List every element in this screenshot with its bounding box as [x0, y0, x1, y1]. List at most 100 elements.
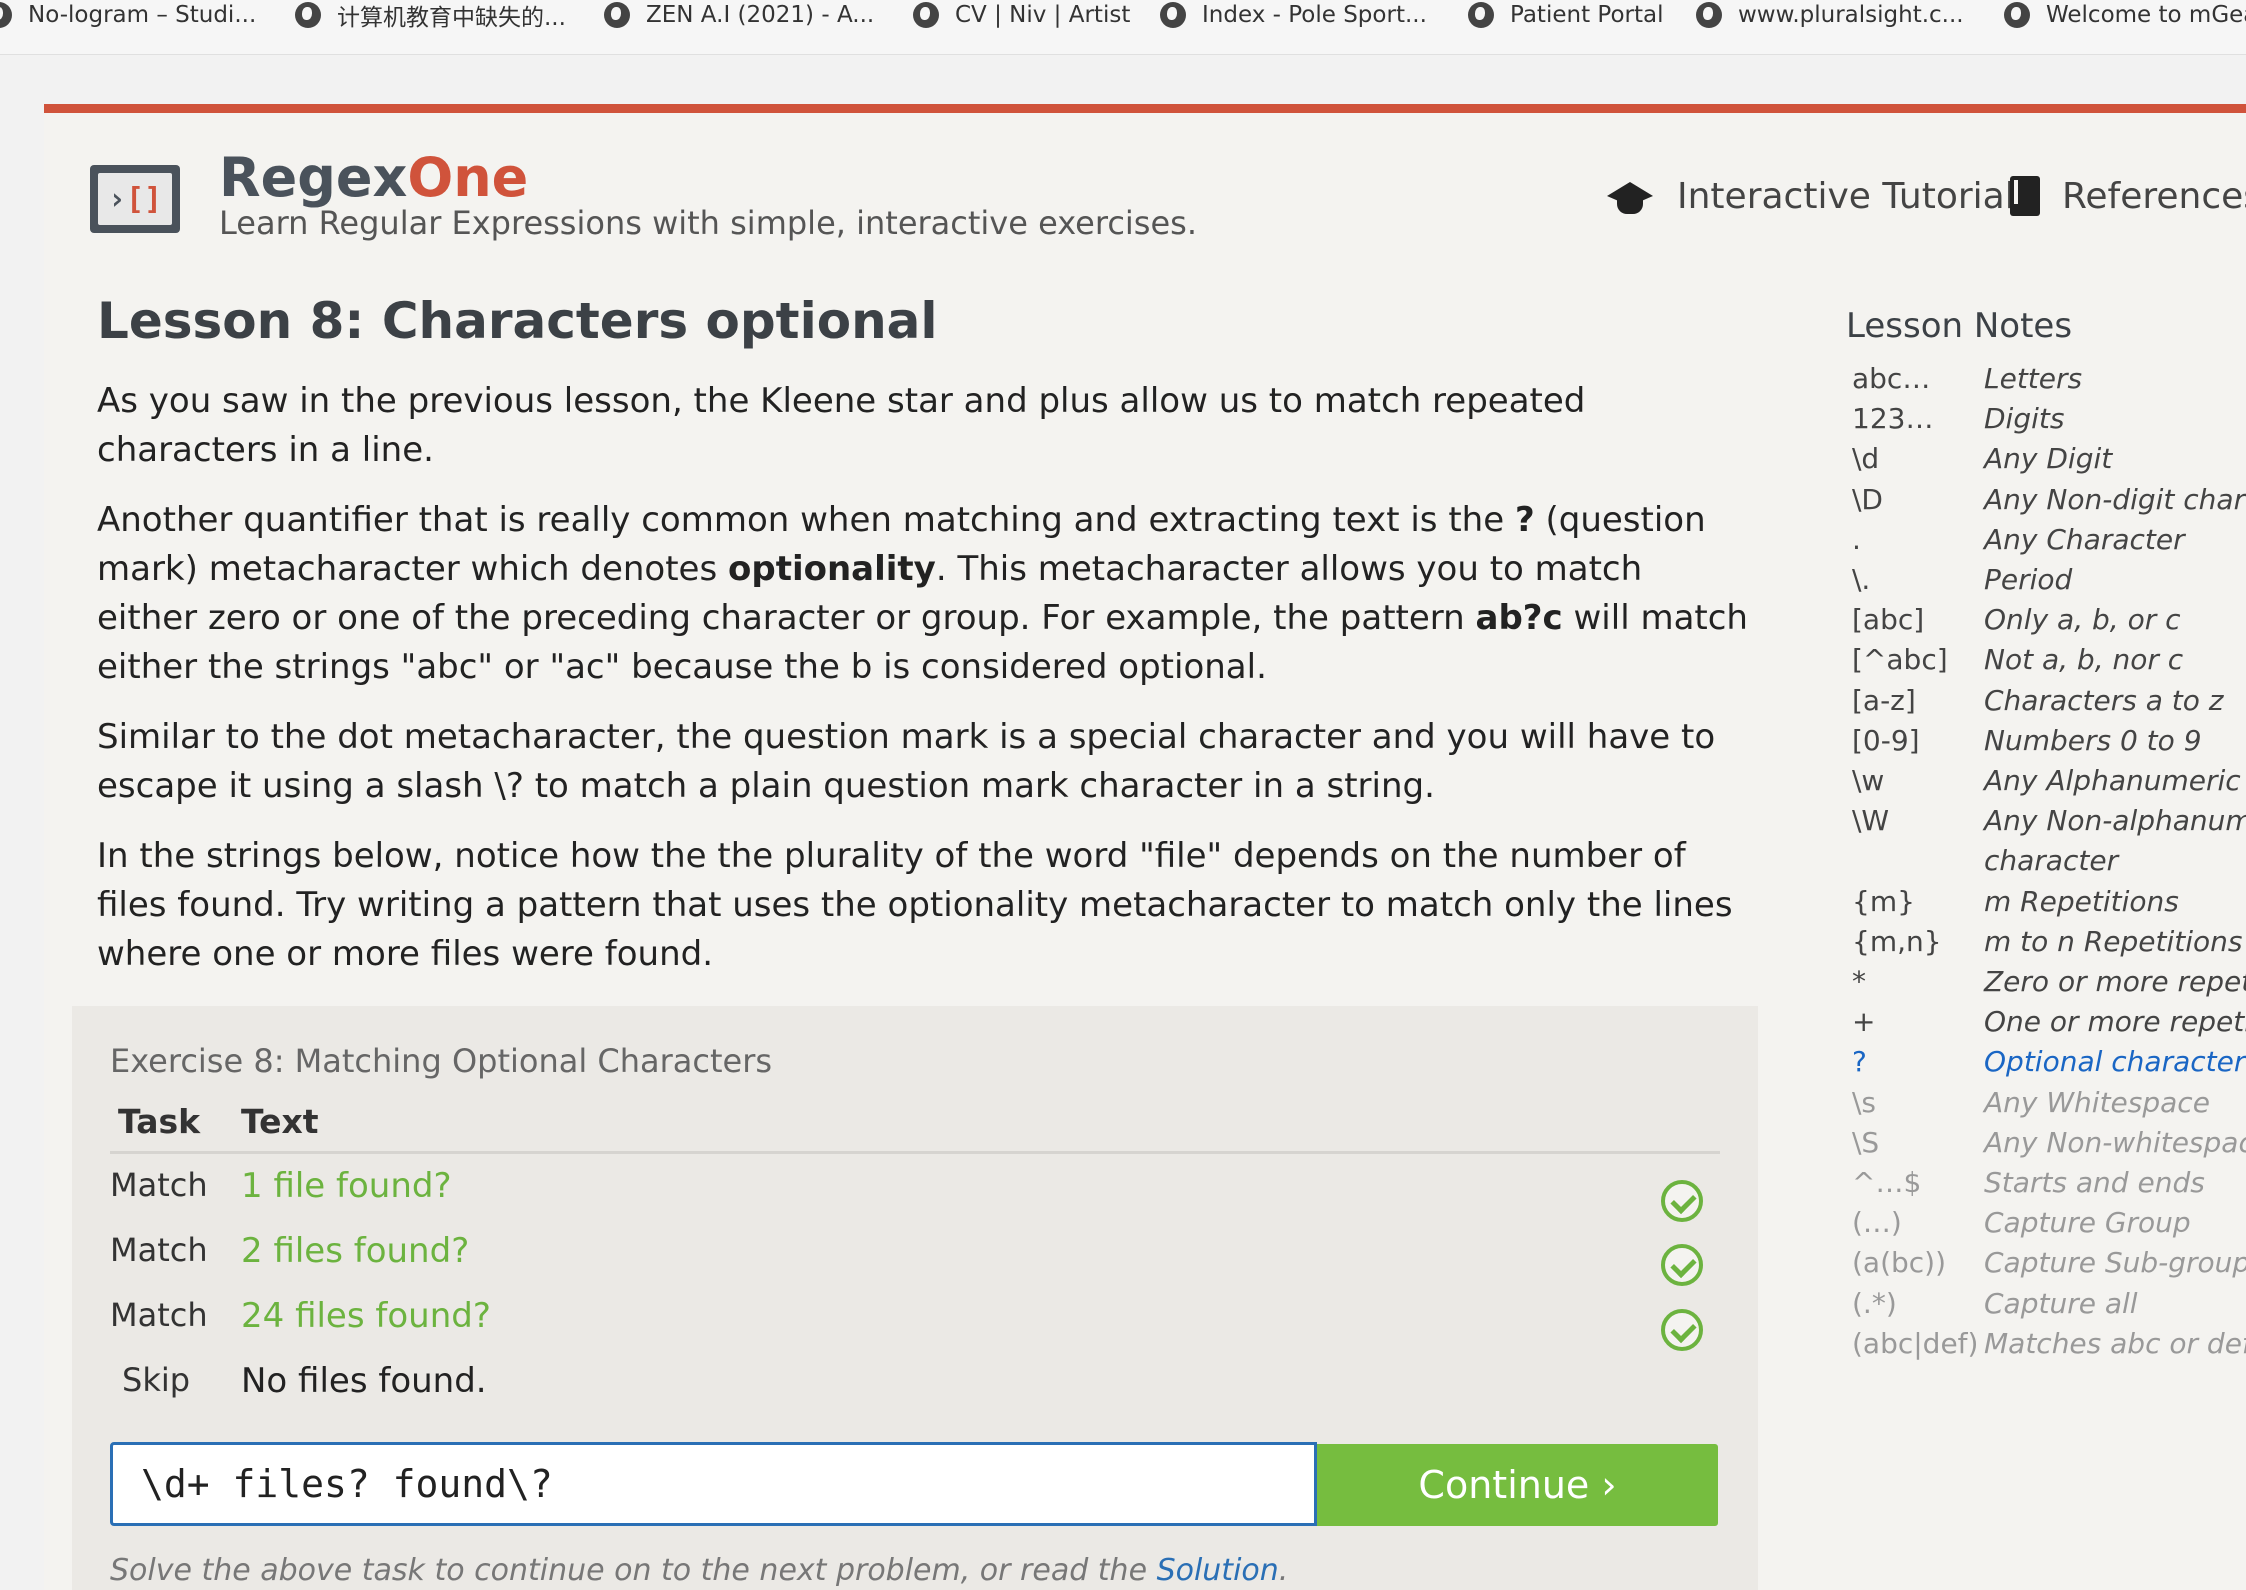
task-label: Match	[110, 1231, 208, 1269]
lesson-note-item[interactable]: [abc] Only a, b, or c	[1852, 603, 2246, 643]
globe-icon	[295, 2, 321, 28]
tagline: Learn Regular Expressions with simple, i…	[219, 204, 1197, 242]
bookmark-label: 计算机教育中缺失的...	[337, 5, 566, 31]
lesson-note-item[interactable]: [^abc] Not a, b, nor c	[1852, 643, 2246, 683]
note-key: {m}	[1852, 884, 1915, 918]
solution-link[interactable]: Solution	[1157, 1553, 1279, 1588]
note-key: (.*)	[1852, 1286, 1897, 1320]
header-divider	[110, 1151, 1720, 1154]
text-run-bold: optionality	[728, 549, 936, 589]
lesson-note-item[interactable]: [0-9] Numbers 0 to 9	[1852, 724, 2246, 764]
lesson-note-item[interactable]: abc… Letters	[1852, 362, 2246, 402]
lesson-note-item[interactable]: character	[1852, 844, 2246, 884]
lesson-note-item[interactable]: 123… Digits	[1852, 402, 2246, 442]
bookmark-item[interactable]: CV | Niv | Artist	[913, 0, 1130, 30]
lesson-note-item[interactable]: + One or more repetiti	[1852, 1005, 2246, 1045]
task-text: 1 file found?	[241, 1166, 452, 1206]
note-value: Capture Group	[1984, 1206, 2191, 1240]
lesson-note-item[interactable]: \S Any Non-whitespace	[1852, 1126, 2246, 1166]
note-value: Zero or more repetit	[1984, 965, 2246, 998]
note-value: Any Character	[1984, 522, 2185, 556]
globe-icon	[604, 2, 630, 28]
lesson-note-item[interactable]: (abc|def) Matches abc or def	[1852, 1327, 2246, 1367]
note-key: \s	[1852, 1085, 1877, 1119]
note-key: .	[1852, 522, 1861, 556]
lesson-note-item[interactable]: \w Any Alphanumeric ch	[1852, 764, 2246, 804]
note-value: Capture Sub-group	[1984, 1246, 2246, 1280]
globe-icon	[2004, 2, 2030, 28]
globe-icon	[1696, 2, 1722, 28]
globe-icon	[1468, 2, 1494, 28]
bookmark-label: www.pluralsight.c...	[1738, 2, 1964, 28]
lesson-note-item[interactable]: \W Any Non-alphanumer	[1852, 804, 2246, 844]
lesson-note-item[interactable]: * Zero or more repetit	[1852, 965, 2246, 1005]
note-value: Digits	[1984, 402, 2065, 436]
note-value: Period	[1984, 563, 2073, 596]
lesson-note-item[interactable]: \d Any Digit	[1852, 442, 2246, 482]
globe-icon	[0, 2, 12, 28]
brand-title[interactable]: RegexOne	[219, 146, 528, 209]
logo[interactable]: ›[]	[90, 165, 180, 233]
note-key: \d	[1852, 442, 1880, 476]
lesson-note-item[interactable]: ? Optional character	[1852, 1045, 2246, 1085]
lesson-note-item[interactable]: [a-z] Characters a to z	[1852, 684, 2246, 724]
note-value: Capture all	[1984, 1286, 2138, 1320]
bookmark-label: No-logram – Studi...	[28, 2, 257, 28]
exercise-title: Exercise 8: Matching Optional Characters	[110, 1042, 773, 1080]
note-value: Characters a to z	[1984, 683, 2224, 717]
lesson-note-item[interactable]: {m,n} m to n Repetitions	[1852, 925, 2246, 965]
note-key: ?	[1852, 1045, 1867, 1079]
column-header-task: Task	[118, 1102, 201, 1141]
note-key: (a(bc))	[1852, 1246, 1947, 1280]
note-value: Starts and ends	[1984, 1166, 2205, 1199]
note-key: abc…	[1852, 362, 1931, 395]
lesson-note-item[interactable]: (a(bc)) Capture Sub-group	[1852, 1246, 2246, 1286]
bookmark-label: CV | Niv | Artist	[955, 2, 1131, 28]
lesson-paragraph: In the strings below, notice how the the…	[97, 836, 1733, 974]
logo-chevron: ›	[107, 181, 126, 217]
task-label: Match	[110, 1296, 208, 1334]
brand-main: Regex	[219, 146, 408, 209]
text-run: Another quantifier that is really common…	[97, 500, 1515, 540]
lesson-note-item[interactable]: (…) Capture Group	[1852, 1206, 2246, 1246]
note-value: Any Non-digit charac	[1984, 482, 2246, 516]
continue-button[interactable]: Continue ›	[1317, 1444, 1718, 1526]
note-value: Optional character	[1984, 1045, 2246, 1079]
lesson-note-item[interactable]: \s Any Whitespace	[1852, 1086, 2246, 1126]
lesson-note-item[interactable]: . Any Character	[1852, 523, 2246, 563]
bookmark-item[interactable]: 计算机教育中缺失的...	[295, 0, 566, 31]
bookmark-item[interactable]: Welcome to mGea	[2004, 0, 2246, 30]
note-key: \w	[1852, 764, 1885, 797]
nav-interactive-tutorial[interactable]: Interactive Tutorial	[1605, 172, 2015, 220]
note-key: [abc]	[1852, 603, 1925, 637]
bookmark-label: Index - Pole Sport...	[1202, 2, 1427, 28]
note-key: [a-z]	[1852, 683, 1916, 717]
hint-run: Solve the above task to continue on to t…	[110, 1553, 1157, 1588]
note-value: Any Whitespace	[1984, 1085, 2210, 1119]
lesson-note-item[interactable]: (.*) Capture all	[1852, 1287, 2246, 1327]
bookmark-item[interactable]: ZEN A.I (2021) - A...	[604, 0, 874, 30]
note-value: Any Non-whitespace	[1984, 1125, 2246, 1159]
logo-brackets: []	[125, 181, 163, 217]
nav-tutorial-label: Interactive Tutorial	[1677, 175, 2015, 217]
bookmark-item[interactable]: www.pluralsight.c...	[1696, 0, 1964, 30]
bookmark-item[interactable]: Index - Pole Sport...	[1160, 0, 1427, 30]
regex-input[interactable]	[110, 1442, 1317, 1526]
note-value: Matches abc or def	[1984, 1326, 2246, 1360]
bookmark-item[interactable]: Patient Portal	[1468, 0, 1663, 30]
hint-run: .	[1278, 1553, 1289, 1588]
note-key: \D	[1852, 482, 1883, 516]
note-value: Numbers 0 to 9	[1984, 723, 2202, 757]
hint-text: Solve the above task to continue on to t…	[110, 1553, 1288, 1588]
lesson-note-item[interactable]: \. Period	[1852, 563, 2246, 603]
note-key: *	[1852, 965, 1866, 998]
nav-references[interactable]: References	[2010, 172, 2246, 220]
nav-references-label: References	[2062, 175, 2246, 217]
globe-icon	[913, 2, 939, 28]
graduation-cap-icon	[1605, 176, 1655, 216]
lesson-note-item[interactable]: ^…$ Starts and ends	[1852, 1166, 2246, 1206]
note-key: [^abc]	[1852, 643, 1948, 677]
lesson-note-item[interactable]: {m} m Repetitions	[1852, 885, 2246, 925]
lesson-note-item[interactable]: \D Any Non-digit charac	[1852, 483, 2246, 523]
bookmark-item[interactable]: No-logram – Studi...	[0, 0, 256, 30]
